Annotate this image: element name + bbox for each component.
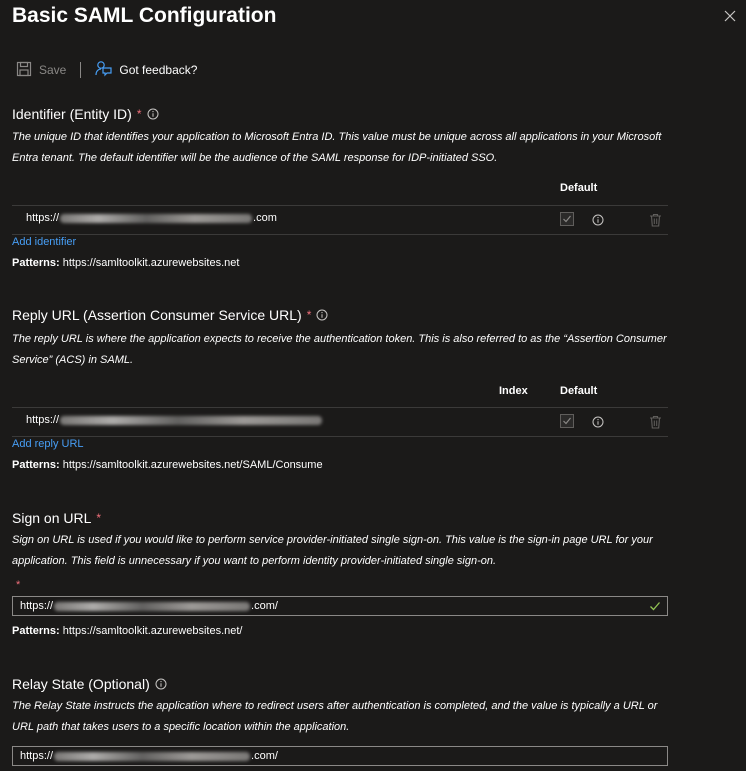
required-marker: * xyxy=(306,308,312,322)
identifier-patterns: Patterns: https://samltoolkit.azurewebsi… xyxy=(12,257,240,269)
delete-icon[interactable] xyxy=(649,415,662,429)
info-icon[interactable] xyxy=(147,108,159,120)
relay-state-title: Relay State (Optional) xyxy=(12,676,150,692)
required-marker: * xyxy=(136,107,142,121)
identifier-row: https:// .com xyxy=(12,205,668,235)
save-icon xyxy=(16,61,32,80)
info-icon[interactable] xyxy=(316,309,328,321)
redacted-text xyxy=(60,213,253,223)
save-label: Save xyxy=(39,63,67,77)
relay-state-description: The Relay State instructs the applicatio… xyxy=(12,700,658,733)
sign-on-title: Sign on URL xyxy=(12,510,92,526)
field-required-marker: * xyxy=(16,579,21,591)
sign-on-url-input[interactable]: https:// .com/ xyxy=(12,596,668,616)
reply-url-title: Reply URL (Assertion Consumer Service UR… xyxy=(12,307,302,323)
reply-url-value[interactable]: https:// xyxy=(26,414,323,426)
relay-state-heading: Relay State (Optional) xyxy=(12,676,167,692)
identifier-default-header: Default xyxy=(560,182,598,194)
default-checkbox[interactable] xyxy=(560,414,574,428)
feedback-button[interactable]: Got feedback? xyxy=(95,60,197,80)
info-icon[interactable] xyxy=(592,415,605,428)
add-identifier-link[interactable]: Add identifier xyxy=(12,236,76,248)
sign-on-patterns: Patterns: https://samltoolkit.azurewebsi… xyxy=(12,625,243,637)
redacted-text xyxy=(54,601,251,611)
sign-on-heading: Sign on URL * xyxy=(12,510,101,526)
reply-url-row: https:// xyxy=(12,407,668,437)
save-button[interactable]: Save xyxy=(16,61,66,80)
identifier-description: The unique ID that identifies your appli… xyxy=(12,131,662,164)
identifier-heading: Identifier (Entity ID) * xyxy=(12,106,159,122)
valid-check-icon xyxy=(649,600,661,612)
redacted-text xyxy=(54,751,251,761)
sign-on-description: Sign on URL is used if you would like to… xyxy=(12,534,653,567)
delete-icon[interactable] xyxy=(649,213,662,227)
reply-url-patterns: Patterns: https://samltoolkit.azurewebsi… xyxy=(12,459,323,471)
add-reply-url-link[interactable]: Add reply URL xyxy=(12,438,84,450)
redacted-text xyxy=(60,415,323,425)
toolbar-divider xyxy=(80,62,82,78)
close-icon[interactable] xyxy=(722,8,738,24)
relay-state-input[interactable]: https:// .com/ xyxy=(12,746,668,766)
reply-url-description: The reply URL is where the application e… xyxy=(12,333,667,366)
reply-url-default-header: Default xyxy=(560,385,598,397)
identifier-value[interactable]: https:// .com xyxy=(26,212,277,224)
info-icon[interactable] xyxy=(592,213,605,226)
info-icon[interactable] xyxy=(155,678,167,690)
feedback-icon xyxy=(95,60,112,80)
command-bar: Save Got feedback? xyxy=(16,58,197,82)
feedback-label: Got feedback? xyxy=(119,63,198,77)
required-marker: * xyxy=(96,511,102,525)
identifier-title: Identifier (Entity ID) xyxy=(12,106,132,122)
reply-url-index-header: Index xyxy=(499,385,528,397)
reply-url-heading: Reply URL (Assertion Consumer Service UR… xyxy=(12,307,328,323)
panel-title: Basic SAML Configuration xyxy=(12,4,277,27)
default-checkbox[interactable] xyxy=(560,212,574,226)
